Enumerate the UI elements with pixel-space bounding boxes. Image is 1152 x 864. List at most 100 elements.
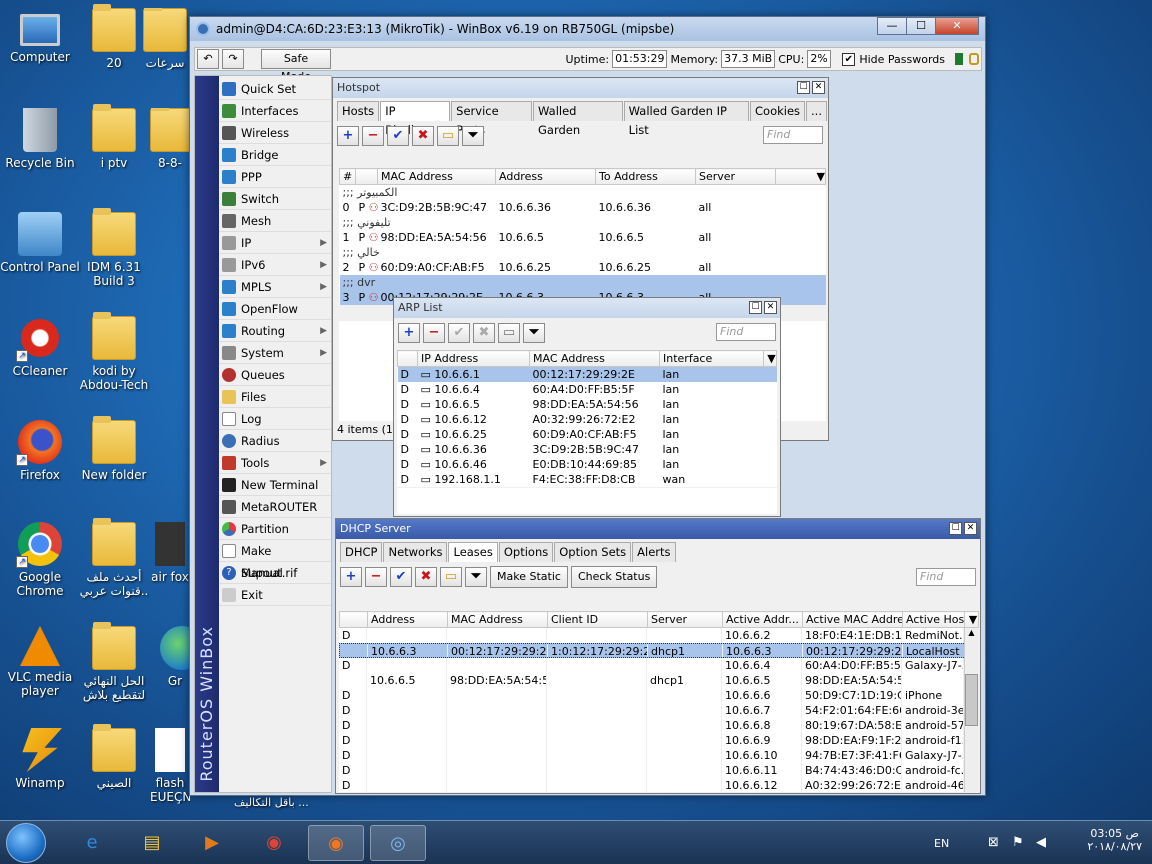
col-to-address[interactable]: To Address [595, 168, 696, 185]
new-folder-desktop-icon[interactable]: New folder [74, 416, 154, 482]
col-active-address[interactable]: Active Addr... [722, 611, 803, 628]
menu-bridge[interactable]: Bridge [219, 144, 331, 166]
undo-button[interactable]: ↶ [197, 49, 219, 69]
menu-manual[interactable]: ? Manual [219, 562, 331, 584]
column-dropdown-icon[interactable]: ▼ [775, 168, 826, 185]
table-row[interactable]: D ▭ 10.6.6.46 E0:DB:10:44:69:85 lan [398, 457, 777, 472]
tab-leases[interactable]: Leases [448, 542, 498, 562]
table-row[interactable]: D ▭ 10.6.6.5 98:DD:EA:5A:54:56 lan [398, 397, 777, 412]
menu-openflow[interactable]: OpenFlow [219, 298, 331, 320]
winbox-window[interactable]: admin@D4:CA:6D:23:E3:13 (MikroTik) - Win… [189, 16, 986, 796]
panel-close-button[interactable]: ✕ [964, 522, 977, 535]
menu-partition[interactable]: Partition [219, 518, 331, 540]
start-button[interactable] [6, 823, 46, 863]
table-row[interactable]: D 10.6.6.11B4:74:43:46:D0:C5android-fc... [339, 763, 966, 778]
filter-icon[interactable]: ⏷ [465, 567, 487, 587]
tab-walled-garden-ip-list[interactable]: Walled Garden IP List [623, 101, 749, 137]
dhcp-server-panel[interactable]: DHCP Server ☐ ✕ DHCP Networks Leases Optio… [335, 518, 981, 794]
folder-speeds-desktop-icon[interactable]: سرعات [140, 8, 190, 70]
table-row[interactable]: 10.6.6.5 98:DD:EA:5A:54:56 dhcp1 10.6.6.5 98… [339, 673, 966, 688]
table-row[interactable]: D 10.6.6.12A0:32:99:26:72:E2android-46... [339, 778, 966, 792]
arp-find-input[interactable]: Find [716, 323, 776, 341]
winbox-titlebar[interactable]: admin@D4:CA:6D:23:E3:13 (MikroTik) - Win… [190, 17, 985, 41]
flag-tray-icon[interactable]: ⚑ [1012, 835, 1024, 850]
panel-maximize-button[interactable]: ☐ [797, 81, 810, 94]
panel-close-button[interactable]: ✕ [812, 81, 825, 94]
comment-icon[interactable]: ▭ [437, 126, 459, 146]
menu-quick-set[interactable]: Quick Set [219, 78, 331, 100]
table-row[interactable]: D ▭ 10.6.6.4 60:A4:D0:FF:B5:5F lan [398, 382, 777, 397]
disable-icon[interactable]: ✖ [415, 567, 437, 587]
filter-icon[interactable]: ⏷ [462, 126, 484, 146]
column-dropdown-icon[interactable]: ▼ [763, 350, 777, 367]
col-mac[interactable]: MAC Address [377, 168, 496, 185]
folder-88-desktop-icon[interactable]: 8-8- [150, 108, 190, 170]
col-ip-address[interactable]: IP Address [417, 350, 530, 367]
menu-log[interactable]: Log [219, 408, 331, 430]
col-server[interactable]: Server [695, 168, 776, 185]
arp-list-panel[interactable]: ARP List ☐ ✕ + − ✔ ✖ ▭ ⏷ Find IP Address MA… [393, 297, 781, 517]
table-row[interactable]: D ▭ 10.6.6.36 3C:D9:2B:5B:9C:47 lan [398, 442, 777, 457]
table-row[interactable]: 0P ⚇ 3C:D9:2B:5B:9C:47 10.6.6.36 10.6.6.36 a… [340, 200, 826, 215]
taskbar-ie-icon[interactable]: e [64, 825, 120, 861]
menu-switch[interactable]: Switch [219, 188, 331, 210]
col-number[interactable]: # [339, 168, 356, 185]
menu-metarouter[interactable]: MetaROUTER [219, 496, 331, 518]
tab-cookies[interactable]: Cookies [750, 101, 806, 121]
remove-icon[interactable]: − [362, 126, 384, 146]
table-row[interactable]: D ▭ 192.168.1.1 F4:EC:38:FF:D8:CB wan [398, 472, 777, 487]
volume-tray-icon[interactable]: ◀ [1036, 835, 1046, 850]
chinese-desktop-icon[interactable]: الصيني [74, 724, 154, 790]
column-dropdown-icon[interactable]: ▼ [964, 611, 979, 628]
scroll-up-icon[interactable]: ▲ [965, 628, 978, 642]
tab-networks[interactable]: Networks [383, 542, 448, 562]
maximize-button[interactable]: ☐ [906, 17, 936, 35]
table-row[interactable]: ;;; تليفوني [340, 215, 826, 230]
table-row[interactable]: D 10.6.6.2 18:F0:E4:1E:DB:1C RedmiNot... [339, 628, 966, 643]
menu-mesh[interactable]: Mesh [219, 210, 331, 232]
arp-titlebar[interactable]: ARP List ☐ ✕ [394, 298, 780, 318]
col-client-id[interactable]: Client ID [547, 611, 648, 628]
table-row[interactable]: ;;; dvr [339, 274, 826, 290]
panel-maximize-button[interactable]: ☐ [749, 301, 762, 314]
table-row[interactable]: D 10.6.6.998:DD:EA:F9:1F:29android-f1... [339, 733, 966, 748]
menu-tools[interactable]: Tools ▶ [219, 452, 331, 474]
minimize-button[interactable]: — [877, 17, 907, 35]
table-row[interactable]: D 10.6.6.650:D9:C7:1D:19:CDiPhone [339, 688, 966, 703]
table-row[interactable]: D 10.6.6.754:F2:01:64:FE:66android-3e... [339, 703, 966, 718]
hotspot-find-input[interactable]: Find [763, 126, 823, 144]
table-row[interactable]: D ▭ 10.6.6.25 60:D9:A0:CF:AB:F5 lan [398, 427, 777, 442]
make-static-button[interactable]: Make Static [490, 566, 568, 588]
computer-desktop-icon[interactable]: Computer [0, 8, 80, 64]
dhcp-find-input[interactable]: Find [916, 568, 976, 586]
add-icon[interactable]: + [337, 126, 359, 146]
table-row[interactable]: D 10.6.6.880:19:67:DA:58:ECandroid-57... [339, 718, 966, 733]
language-indicator[interactable]: EN [934, 837, 949, 850]
disable-icon[interactable]: ✖ [473, 323, 495, 343]
kodi-desktop-icon[interactable]: kodi by Abdou-Tech [74, 312, 154, 392]
safe-mode-button[interactable]: Safe Mode [261, 49, 331, 83]
globe-desktop-icon[interactable]: Gr [160, 626, 190, 688]
table-row[interactable]: 1P ⚇ 98:DD:EA:5A:54:56 10.6.6.5 10.6.6.5 all [340, 230, 826, 245]
menu-files[interactable]: Files [219, 386, 331, 408]
tab-hosts[interactable]: Hosts [337, 101, 380, 121]
menu-radius[interactable]: Radius [219, 430, 331, 452]
enable-icon[interactable]: ✔ [390, 567, 412, 587]
tab-alerts[interactable]: Alerts [632, 542, 676, 562]
menu-make-supout[interactable]: Make Supout.rif [219, 540, 331, 580]
taskbar-firefox-icon[interactable]: ◉ [308, 825, 364, 861]
leases-scrollbar[interactable]: ▲ [964, 628, 978, 792]
table-row[interactable]: 2P ⚇ 60:D9:A0:CF:AB:F5 10.6.6.25 10.6.6.25 a… [340, 260, 826, 275]
taskbar-chrome-icon[interactable]: ◉ [246, 825, 302, 861]
panel-maximize-button[interactable]: ☐ [949, 522, 962, 535]
taskbar-explorer-icon[interactable]: ▤ [124, 825, 180, 861]
idm-desktop-icon[interactable]: IDM 6.31 Build 3 [74, 208, 154, 288]
dhcp-titlebar[interactable]: DHCP Server ☐ ✕ [336, 519, 980, 539]
clock[interactable]: 03:05 ص ٢٠١٨/٠٨/٢٧ [1087, 827, 1142, 853]
final-solution-desktop-icon[interactable]: الحل النهائي لتقطيع بلاش [74, 622, 154, 702]
air-fox-desktop-icon[interactable]: air fox [150, 522, 190, 584]
tab-option-sets[interactable]: Option Sets [554, 542, 632, 562]
remove-icon[interactable]: − [423, 323, 445, 343]
disable-icon[interactable]: ✖ [412, 126, 434, 146]
menu-mpls[interactable]: MPLS ▶ [219, 276, 331, 298]
